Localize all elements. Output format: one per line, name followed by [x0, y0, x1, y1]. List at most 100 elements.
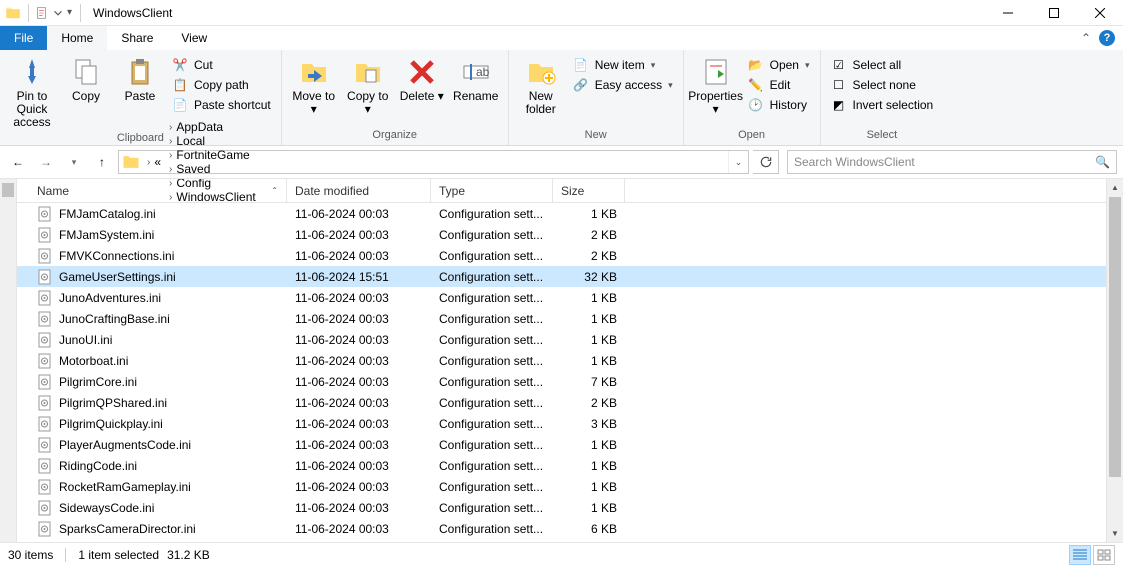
ini-file-icon: [37, 416, 53, 432]
nav-up-button[interactable]: ↑: [90, 150, 114, 174]
history-button[interactable]: 🕑History: [744, 96, 814, 114]
file-row[interactable]: Motorboat.ini11-06-2024 00:03Configurati…: [17, 350, 1106, 371]
file-type: Configuration sett...: [431, 480, 553, 494]
file-size: 3 KB: [553, 417, 625, 431]
breadcrumb-item[interactable]: ›FortniteGame: [165, 148, 260, 162]
scroll-thumb[interactable]: [1109, 197, 1121, 477]
file-row[interactable]: PilgrimCore.ini11-06-2024 00:03Configura…: [17, 371, 1106, 392]
breadcrumb-item[interactable]: ›AppData: [165, 120, 260, 134]
edit-button[interactable]: ✏️Edit: [744, 76, 814, 94]
file-row[interactable]: RocketRamGameplay.ini11-06-2024 00:03Con…: [17, 476, 1106, 497]
breadcrumb-item[interactable]: ›Saved: [165, 162, 260, 176]
copy-to-button[interactable]: Copy to ▾: [342, 54, 394, 118]
file-date: 11-06-2024 00:03: [287, 291, 431, 305]
scroll-up-icon[interactable]: ▲: [1107, 179, 1123, 196]
search-box[interactable]: 🔍: [787, 150, 1117, 174]
select-all-button[interactable]: ☑Select all: [827, 56, 938, 74]
paste-button[interactable]: Paste: [114, 54, 166, 105]
open-button[interactable]: 📂Open: [744, 56, 814, 74]
delete-button[interactable]: Delete ▾: [396, 54, 448, 105]
file-name: FMJamSystem.ini: [59, 228, 154, 242]
properties-button[interactable]: Properties ▾: [690, 54, 742, 118]
chevron-right-icon[interactable]: ›: [169, 136, 172, 147]
file-name: FMJamCatalog.ini: [59, 207, 156, 221]
chevron-right-icon[interactable]: ›: [147, 157, 150, 168]
chevron-right-icon[interactable]: ›: [169, 150, 172, 161]
move-to-button[interactable]: Move to ▾: [288, 54, 340, 118]
paste-shortcut-button[interactable]: 📄Paste shortcut: [168, 96, 275, 114]
view-large-button[interactable]: [1093, 545, 1115, 565]
file-row[interactable]: PilgrimQPShared.ini11-06-2024 00:03Confi…: [17, 392, 1106, 413]
cut-button[interactable]: ✂️Cut: [168, 56, 275, 74]
file-row[interactable]: GameUserSettings.ini11-06-2024 15:51Conf…: [17, 266, 1106, 287]
file-name: PilgrimQPShared.ini: [59, 396, 167, 410]
help-button[interactable]: ?: [1099, 30, 1115, 46]
file-name: SparksCameraDirector.ini: [59, 522, 196, 536]
file-list: FMJamCatalog.ini11-06-2024 00:03Configur…: [17, 203, 1106, 542]
search-icon[interactable]: 🔍: [1095, 155, 1110, 169]
file-row[interactable]: FMJamSystem.ini11-06-2024 00:03Configura…: [17, 224, 1106, 245]
refresh-button[interactable]: [753, 150, 779, 174]
file-row[interactable]: JunoCraftingBase.ini11-06-2024 00:03Conf…: [17, 308, 1106, 329]
select-none-button[interactable]: ☐Select none: [827, 76, 938, 94]
search-input[interactable]: [794, 155, 1095, 169]
address-row: ← → ▾ ↑ ›« ›AppData›Local›FortniteGame›S…: [0, 146, 1123, 178]
maximize-button[interactable]: [1031, 0, 1077, 26]
qat-properties-icon[interactable]: [35, 6, 49, 20]
qat-dropdown-icon[interactable]: [51, 6, 65, 20]
col-size[interactable]: Size: [553, 179, 625, 202]
ribbon-collapse-icon[interactable]: ⌃: [1081, 31, 1091, 45]
nav-recent-button[interactable]: ▾: [62, 150, 86, 174]
file-date: 11-06-2024 00:03: [287, 459, 431, 473]
col-type[interactable]: Type: [431, 179, 553, 202]
file-row[interactable]: SidewaysCode.ini11-06-2024 00:03Configur…: [17, 497, 1106, 518]
qat-overflow[interactable]: ▾: [67, 7, 72, 18]
file-row[interactable]: FMJamCatalog.ini11-06-2024 00:03Configur…: [17, 203, 1106, 224]
pin-to-quick-access-button[interactable]: Pin to Quick access: [6, 54, 58, 132]
easy-access-button[interactable]: 🔗Easy access: [569, 76, 677, 94]
nav-pane-scrollbar[interactable]: [0, 179, 17, 542]
chevron-right-icon[interactable]: ›: [169, 122, 172, 133]
address-bar[interactable]: ›« ›AppData›Local›FortniteGame›Saved›Con…: [118, 150, 749, 174]
crumb-ellipsis[interactable]: «: [154, 155, 161, 169]
new-item-button[interactable]: 📄New item: [569, 56, 677, 74]
copy-path-button[interactable]: 📋Copy path: [168, 76, 275, 94]
file-name: PilgrimQuickplay.ini: [59, 417, 163, 431]
address-dropdown-icon[interactable]: ⌄: [728, 151, 748, 173]
nav-back-button[interactable]: ←: [6, 150, 30, 174]
new-folder-button[interactable]: New folder: [515, 54, 567, 118]
view-details-button[interactable]: [1069, 545, 1091, 565]
file-date: 11-06-2024 00:03: [287, 375, 431, 389]
content-scrollbar[interactable]: ▲ ▼: [1106, 179, 1123, 542]
rename-button[interactable]: ab Rename: [450, 54, 502, 105]
file-size: 1 KB: [553, 354, 625, 368]
col-name[interactable]: Name⌃: [29, 179, 287, 202]
tab-share[interactable]: Share: [107, 26, 167, 50]
nav-forward-button[interactable]: →: [34, 150, 58, 174]
tab-file[interactable]: File: [0, 26, 47, 50]
file-type: Configuration sett...: [431, 354, 553, 368]
file-row[interactable]: PilgrimQuickplay.ini11-06-2024 00:03Conf…: [17, 413, 1106, 434]
file-name: GameUserSettings.ini: [59, 270, 176, 284]
file-row[interactable]: SparksCameraDirector.ini11-06-2024 00:03…: [17, 518, 1106, 539]
file-type: Configuration sett...: [431, 459, 553, 473]
file-row[interactable]: RidingCode.ini11-06-2024 00:03Configurat…: [17, 455, 1106, 476]
breadcrumb-item[interactable]: ›Local: [165, 134, 260, 148]
minimize-button[interactable]: [985, 0, 1031, 26]
close-button[interactable]: [1077, 0, 1123, 26]
window-title: WindowsClient: [93, 6, 172, 20]
file-row[interactable]: PlayerAugmentsCode.ini11-06-2024 00:03Co…: [17, 434, 1106, 455]
title-bar: ▾ WindowsClient: [0, 0, 1123, 26]
file-row[interactable]: JunoUI.ini11-06-2024 00:03Configuration …: [17, 329, 1106, 350]
tab-view[interactable]: View: [167, 26, 221, 50]
col-date[interactable]: Date modified: [287, 179, 431, 202]
chevron-right-icon[interactable]: ›: [169, 164, 172, 175]
file-row[interactable]: JunoAdventures.ini11-06-2024 00:03Config…: [17, 287, 1106, 308]
file-date: 11-06-2024 00:03: [287, 417, 431, 431]
ini-file-icon: [37, 227, 53, 243]
invert-selection-button[interactable]: ◩Invert selection: [827, 96, 938, 114]
scroll-down-icon[interactable]: ▼: [1107, 525, 1123, 542]
file-row[interactable]: FMVKConnections.ini11-06-2024 00:03Confi…: [17, 245, 1106, 266]
copy-button[interactable]: Copy: [60, 54, 112, 105]
tab-home[interactable]: Home: [47, 26, 107, 50]
